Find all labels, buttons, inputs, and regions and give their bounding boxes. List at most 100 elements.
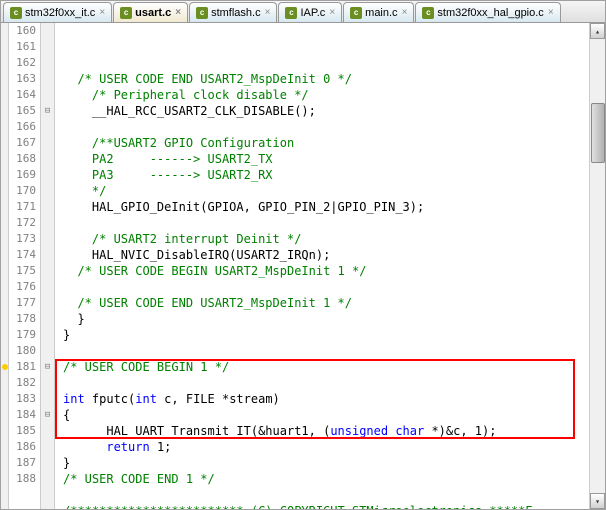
code-line[interactable]: }	[63, 311, 589, 327]
line-number: 164	[9, 87, 36, 103]
line-number: 178	[9, 311, 36, 327]
fold-marker	[41, 183, 54, 199]
tab-label: stm32f0xx_it.c	[25, 7, 95, 19]
code-line[interactable]	[63, 215, 589, 231]
code-line[interactable]: return 1;	[63, 439, 589, 455]
tab-main-c[interactable]: cmain.c ×	[343, 2, 414, 22]
code-line[interactable]: HAL_GPIO_DeInit(GPIOA, GPIO_PIN_2|GPIO_P…	[63, 199, 589, 215]
line-number: 171	[9, 199, 36, 215]
fold-marker	[41, 423, 54, 439]
code-line[interactable]	[63, 279, 589, 295]
margin-marker	[1, 279, 8, 295]
code-line[interactable]: }	[63, 455, 589, 471]
line-number: 179	[9, 327, 36, 343]
fold-marker	[41, 375, 54, 391]
fold-marker[interactable]: ⊟	[41, 359, 54, 375]
code-line[interactable]: /* USER CODE BEGIN 1 */	[63, 359, 589, 375]
line-number: 162	[9, 55, 36, 71]
code-line[interactable]: /* USER CODE END USART2_MspDeInit 0 */	[63, 71, 589, 87]
line-number: 160	[9, 23, 36, 39]
line-number: 184	[9, 407, 36, 423]
line-number: 175	[9, 263, 36, 279]
margin-marker	[1, 103, 8, 119]
scroll-down-button[interactable]: ▾	[590, 493, 605, 509]
close-icon[interactable]: ×	[175, 7, 181, 18]
fold-marker	[41, 279, 54, 295]
margin-marker	[1, 71, 8, 87]
margin-marker	[1, 359, 8, 375]
margin-marker	[1, 199, 8, 215]
tab-IAP-c[interactable]: cIAP.c×	[278, 2, 342, 22]
close-icon[interactable]: ×	[329, 7, 335, 18]
file-icon: c	[196, 7, 208, 19]
scroll-up-button[interactable]: ▴	[590, 23, 605, 39]
line-number: 165	[9, 103, 36, 119]
fold-marker	[41, 151, 54, 167]
margin-marker	[1, 375, 8, 391]
fold-marker	[41, 247, 54, 263]
code-line[interactable]: */	[63, 183, 589, 199]
line-number: 170	[9, 183, 36, 199]
fold-marker	[41, 263, 54, 279]
code-line[interactable]: /************************ (C) COPYRIGHT …	[63, 503, 589, 509]
code-line[interactable]: int fputc(int c, FILE *stream)	[63, 391, 589, 407]
margin-marker	[1, 311, 8, 327]
margin-marker	[1, 343, 8, 359]
code-line[interactable]: }	[63, 327, 589, 343]
code-line[interactable]: /**USART2 GPIO Configuration	[63, 135, 589, 151]
fold-marker	[41, 167, 54, 183]
margin-marker	[1, 215, 8, 231]
close-icon[interactable]: ×	[99, 7, 105, 18]
line-number: 177	[9, 295, 36, 311]
line-number: 167	[9, 135, 36, 151]
margin-marker	[1, 55, 8, 71]
scroll-thumb[interactable]	[591, 103, 605, 163]
file-icon: c	[350, 7, 362, 19]
tab-stm32f0xx_hal_gpio-c[interactable]: cstm32f0xx_hal_gpio.c×	[415, 2, 560, 22]
fold-marker[interactable]: ⊟	[41, 407, 54, 423]
code-line[interactable]: HAL_UART_Transmit_IT(&huart1, (unsigned …	[63, 423, 589, 439]
code-line[interactable]	[63, 343, 589, 359]
editor-window: cstm32f0xx_it.c×cusart.c×cstmflash.c×cIA…	[0, 0, 606, 510]
line-number: 174	[9, 247, 36, 263]
tab-stmflash-c[interactable]: cstmflash.c×	[189, 2, 277, 22]
code-line[interactable]: /* Peripheral clock disable */	[63, 87, 589, 103]
fold-marker	[41, 119, 54, 135]
line-number: 169	[9, 167, 36, 183]
code-line[interactable]	[63, 375, 589, 391]
code-line[interactable]	[63, 487, 589, 503]
code-line[interactable]: __HAL_RCC_USART2_CLK_DISABLE();	[63, 103, 589, 119]
line-number: 172	[9, 215, 36, 231]
margin-marker	[1, 263, 8, 279]
line-number: 180	[9, 343, 36, 359]
code-line[interactable]: /* USER CODE BEGIN USART2_MspDeInit 1 */	[63, 263, 589, 279]
tab-label: main.c	[365, 7, 397, 19]
tab-usart-c[interactable]: cusart.c×	[113, 2, 188, 22]
code-line[interactable]: /* USART2 interrupt Deinit */	[63, 231, 589, 247]
line-number: 176	[9, 279, 36, 295]
close-icon[interactable]: ×	[265, 7, 271, 18]
line-number: 163	[9, 71, 36, 87]
margin-marker	[1, 295, 8, 311]
line-number: 181	[9, 359, 36, 375]
fold-marker	[41, 23, 54, 39]
code-line[interactable]	[63, 119, 589, 135]
margin-marker	[1, 151, 8, 167]
code-line[interactable]: PA2 ------> USART2_TX	[63, 151, 589, 167]
code-line[interactable]: HAL_NVIC_DisableIRQ(USART2_IRQn);	[63, 247, 589, 263]
tab-stm32f0xx_it-c[interactable]: cstm32f0xx_it.c×	[3, 2, 112, 22]
close-icon[interactable]: ×	[402, 7, 408, 18]
fold-marker	[41, 391, 54, 407]
code-line[interactable]: {	[63, 407, 589, 423]
fold-marker	[41, 311, 54, 327]
margin-marker	[1, 391, 8, 407]
code-area[interactable]: /* USER CODE END USART2_MspDeInit 0 */ /…	[55, 23, 589, 509]
margin-marker	[1, 423, 8, 439]
code-line[interactable]: /* USER CODE END USART2_MspDeInit 1 */	[63, 295, 589, 311]
fold-marker[interactable]: ⊟	[41, 103, 54, 119]
code-line[interactable]: /* USER CODE END 1 */	[63, 471, 589, 487]
vertical-scrollbar[interactable]: ▴ ▾	[589, 23, 605, 509]
code-line[interactable]: PA3 ------> USART2_RX	[63, 167, 589, 183]
line-number: 166	[9, 119, 36, 135]
close-icon[interactable]: ×	[548, 7, 554, 18]
